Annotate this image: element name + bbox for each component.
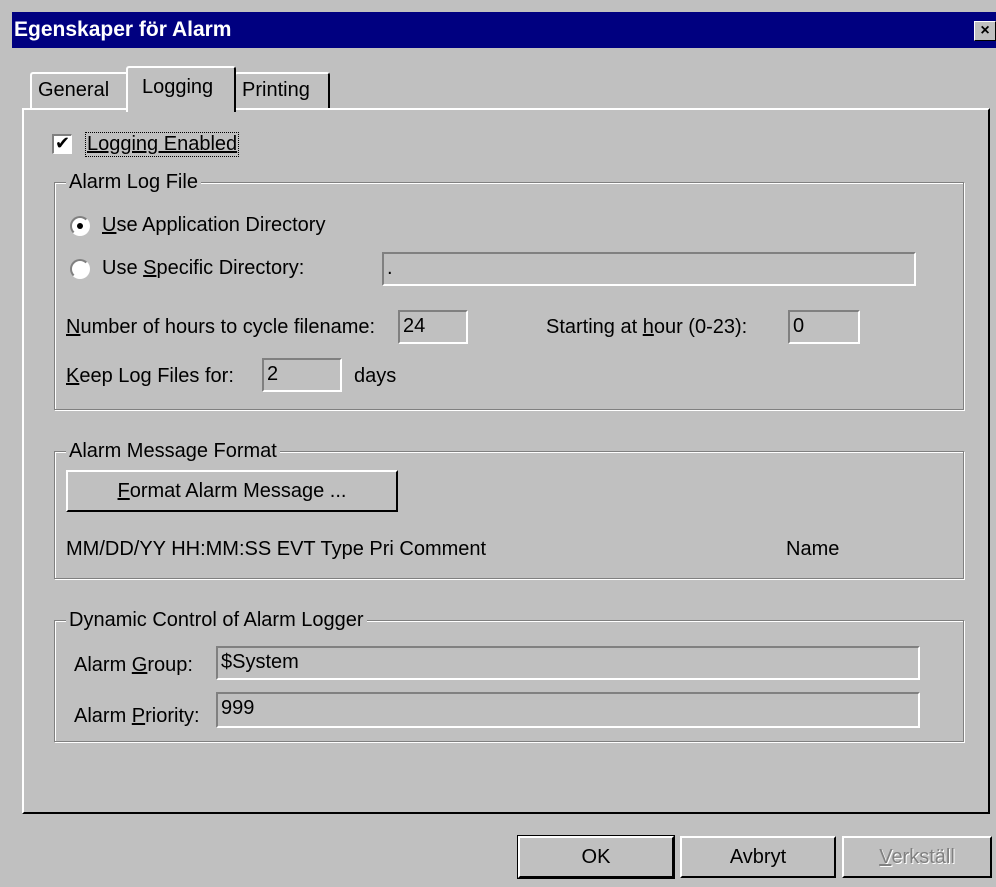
alarm-group-field[interactable]: $System <box>216 646 920 680</box>
dynamic-control-legend: Dynamic Control of Alarm Logger <box>66 609 367 632</box>
tab-general-label: General <box>38 79 110 101</box>
format-alarm-message-button[interactable]: Format Alarm Message ... <box>66 470 398 512</box>
cancel-button[interactable]: Avbryt <box>680 836 836 878</box>
days-unit-label: days <box>354 365 397 387</box>
logging-enabled-checkbox[interactable]: ✔ <box>52 134 72 154</box>
specific-directory-field[interactable]: . <box>382 252 916 286</box>
alarm-priority-label: Alarm Priority: <box>74 705 200 727</box>
radio-selected-dot <box>77 223 83 229</box>
use-specific-dir-label[interactable]: Use Specific Directory: <box>102 257 304 280</box>
keep-files-days-field[interactable]: 2 <box>262 358 342 392</box>
alarm-message-format-legend: Alarm Message Format <box>66 440 280 463</box>
use-specific-dir-radio[interactable] <box>70 259 90 279</box>
alarm-group-label: Alarm Group: <box>74 654 193 676</box>
use-app-dir-label[interactable]: Use Application Directory <box>102 214 325 237</box>
logging-enabled-label[interactable]: Logging Enabled <box>84 132 240 157</box>
active-tab-joint <box>128 106 232 110</box>
cycle-hours-field[interactable]: 24 <box>398 310 468 344</box>
tab-printing[interactable]: Printing <box>234 72 330 110</box>
cycle-hours-label: Number of hours to cycle filename: <box>66 316 376 338</box>
ok-button[interactable]: OK <box>517 835 675 879</box>
apply-button[interactable]: Verkställ <box>842 836 992 878</box>
message-format-preview: MM/DD/YY HH:MM:SS EVT Type Pri Comment <box>66 538 487 560</box>
window-title: Egenskaper för Alarm <box>14 18 232 41</box>
tab-general[interactable]: General <box>30 72 130 110</box>
message-format-preview-name: Name <box>786 538 840 560</box>
close-button[interactable]: × <box>974 21 996 41</box>
alarm-priority-field[interactable]: 999 <box>216 692 920 728</box>
alarm-log-file-legend: Alarm Log File <box>66 171 201 194</box>
tab-logging-label: Logging <box>142 76 214 98</box>
tab-printing-label: Printing <box>242 79 310 101</box>
start-hour-field[interactable]: 0 <box>788 310 860 344</box>
properties-dialog: Egenskaper för Alarm × General Logging P… <box>0 0 996 887</box>
keep-files-label: Keep Log Files for: <box>66 365 234 387</box>
start-hour-label: Starting at hour (0-23): <box>546 316 748 338</box>
title-bar[interactable]: Egenskaper för Alarm × <box>12 12 996 48</box>
use-app-dir-radio[interactable] <box>70 216 90 236</box>
